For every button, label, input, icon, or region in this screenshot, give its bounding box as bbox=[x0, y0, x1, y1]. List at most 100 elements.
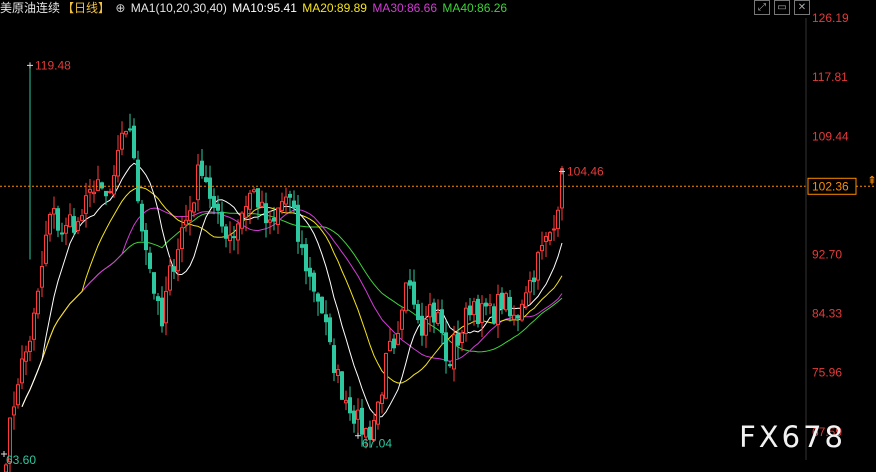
candle-body bbox=[344, 399, 348, 404]
candle-body bbox=[404, 282, 408, 312]
candle-body bbox=[496, 293, 500, 325]
window-toolbar: ⤢ ▭ ✕ bbox=[750, 0, 810, 15]
low-left-annotation: 63.60 bbox=[6, 453, 36, 467]
candle-body bbox=[412, 281, 416, 305]
candle-body bbox=[292, 200, 296, 209]
candle-body bbox=[192, 202, 196, 213]
candle-body bbox=[40, 265, 44, 288]
candle-body bbox=[432, 302, 436, 323]
candle-body bbox=[392, 338, 396, 349]
period-label[interactable]: 【日线】 bbox=[62, 1, 110, 15]
candle-body bbox=[316, 293, 320, 302]
candle-body bbox=[320, 296, 324, 314]
candle-body bbox=[500, 292, 504, 310]
instrument-name[interactable]: 美原油连续 bbox=[0, 1, 60, 15]
candle-body bbox=[268, 219, 272, 223]
candle-body bbox=[540, 245, 544, 252]
candle-body bbox=[332, 345, 336, 373]
candle-body bbox=[92, 191, 96, 195]
candle-body bbox=[64, 225, 68, 234]
candle-body bbox=[324, 314, 328, 323]
candle-body bbox=[128, 128, 132, 131]
y-tick-label: 84.33 bbox=[812, 307, 842, 321]
candle-body bbox=[544, 235, 548, 243]
close-icon[interactable]: ✕ bbox=[794, 0, 810, 15]
candle-body bbox=[448, 364, 452, 367]
candle-body bbox=[208, 177, 212, 199]
candle-body bbox=[556, 209, 560, 230]
candlestick-chart: 126.19117.81109.4492.7084.3375.9667.5910… bbox=[0, 11, 876, 472]
candle-body bbox=[352, 410, 356, 424]
candle-body bbox=[104, 190, 108, 197]
candle-body bbox=[336, 369, 340, 376]
candle-body bbox=[260, 201, 264, 207]
candle-body bbox=[60, 232, 64, 235]
gear-icon[interactable]: ⊕ bbox=[115, 1, 125, 15]
ma-group-label: MA1(10,20,30,40) bbox=[130, 1, 227, 15]
ma20-line bbox=[21, 187, 563, 407]
candle-body bbox=[488, 303, 492, 306]
candle-body bbox=[348, 397, 352, 414]
candle-body bbox=[176, 249, 180, 272]
candle-body bbox=[420, 315, 424, 336]
current-price-label: 102.36 bbox=[812, 179, 849, 193]
candle-body bbox=[384, 352, 388, 399]
expand-icon[interactable]: ⤢ bbox=[754, 0, 770, 15]
candle-body bbox=[12, 406, 16, 416]
y-tick-label: 117.81 bbox=[812, 70, 848, 84]
y-tick-label: 109.44 bbox=[812, 129, 849, 143]
candle-body bbox=[360, 407, 364, 435]
watermark: FX678 bbox=[739, 420, 846, 454]
window-icon[interactable]: ▭ bbox=[774, 0, 790, 15]
candle-body bbox=[424, 318, 428, 336]
candle-body bbox=[272, 217, 276, 222]
candle-body bbox=[24, 351, 28, 362]
candle-body bbox=[144, 229, 148, 251]
low-mid-annotation: 67.04 bbox=[362, 437, 392, 451]
candle-body bbox=[532, 277, 536, 283]
candle-body bbox=[28, 340, 32, 352]
candle-body bbox=[476, 298, 480, 325]
candle-body bbox=[36, 290, 40, 315]
candle-body bbox=[84, 195, 88, 214]
candle-body bbox=[100, 182, 104, 189]
candle-body bbox=[184, 219, 188, 226]
candle-body bbox=[236, 223, 240, 241]
candle-body bbox=[444, 332, 448, 362]
candle-body bbox=[68, 214, 72, 228]
candle-body bbox=[76, 221, 80, 231]
candle-body bbox=[408, 280, 412, 286]
candle-body bbox=[116, 150, 120, 177]
candle-body bbox=[480, 303, 484, 324]
candle-body bbox=[452, 334, 456, 370]
candle-body bbox=[276, 207, 280, 225]
candle-body bbox=[228, 234, 232, 242]
candle-body bbox=[240, 212, 244, 229]
candle-body bbox=[180, 227, 184, 250]
candle-body bbox=[156, 296, 160, 301]
candle-body bbox=[508, 296, 512, 317]
candle-body bbox=[132, 125, 136, 159]
candle-body bbox=[200, 160, 204, 176]
candle-body bbox=[464, 307, 468, 334]
candle-body bbox=[44, 234, 48, 264]
candle-body bbox=[468, 305, 472, 316]
candle-body bbox=[304, 244, 308, 272]
candle-body bbox=[520, 303, 524, 321]
candle-body bbox=[388, 340, 392, 352]
candle-body bbox=[296, 204, 300, 242]
candle-body bbox=[484, 302, 488, 307]
ma40-label: MA40:86.26 bbox=[442, 1, 508, 15]
candle-body bbox=[96, 179, 100, 191]
candle-body bbox=[204, 177, 208, 183]
candle-body bbox=[48, 213, 52, 235]
candle-body bbox=[224, 226, 228, 239]
candle-body bbox=[524, 292, 528, 308]
candle-body bbox=[164, 290, 168, 324]
candle-body bbox=[416, 304, 420, 321]
candle-body bbox=[148, 252, 152, 269]
chart-header: 美原油连续 【日线】 ⊕ MA1(10,20,30,40) MA10:95.41 … bbox=[0, 0, 740, 17]
candle-body bbox=[248, 192, 252, 210]
candle-body bbox=[560, 168, 564, 209]
candle-body bbox=[380, 394, 384, 405]
